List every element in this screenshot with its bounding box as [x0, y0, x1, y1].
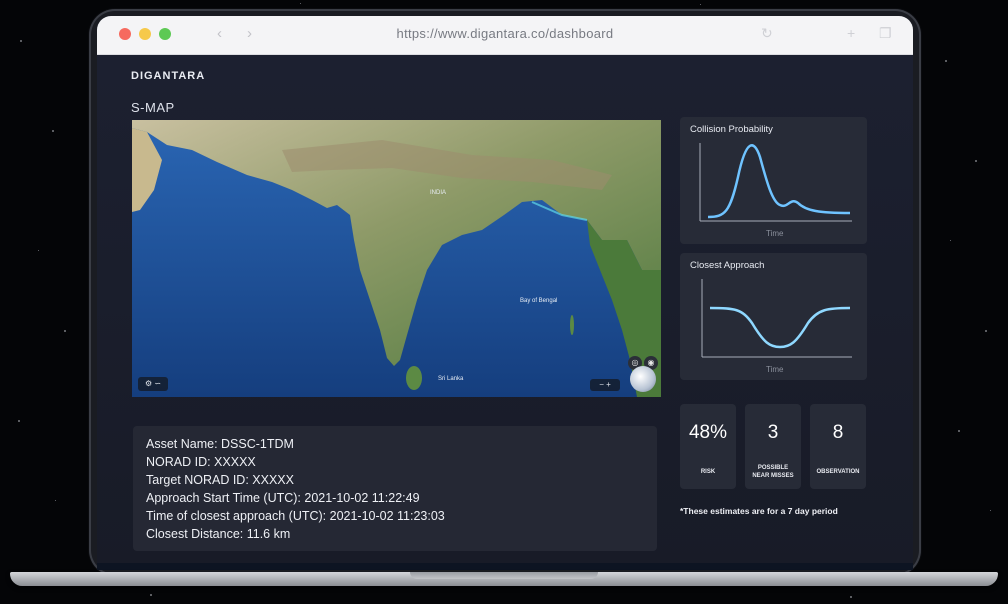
reload-icon[interactable]: ↻	[761, 25, 773, 42]
laptop-screen: ‹ › https://www.digantara.co/dashboard ↻…	[97, 16, 913, 570]
map-zoom-control[interactable]: − +	[590, 379, 620, 391]
observation-stat-card[interactable]: 8 OBSERVATION	[810, 404, 866, 489]
closest-approach-panel[interactable]: Closest Approach Time	[680, 253, 867, 380]
closest-distance: Closest Distance: 11.6 km	[146, 527, 291, 541]
tabs-overview-icon[interactable]: ❐	[879, 25, 892, 42]
map-globe-icon[interactable]	[630, 366, 656, 392]
approach-start-time: Approach Start Time (UTC): 2021-10-02 11…	[146, 491, 420, 505]
observation-value: 8	[832, 422, 844, 443]
observation-label: OBSERVATION	[816, 469, 860, 475]
brand-logo[interactable]: DIGANTARA	[131, 70, 205, 82]
risk-stat-card[interactable]: 48% RISK	[680, 404, 736, 489]
asset-info-card: Asset Name: DSSC-1TDM NORAD ID: XXXXX Ta…	[133, 426, 657, 551]
map-label-india: INDIA	[430, 190, 447, 196]
near-misses-value: 3	[767, 422, 779, 443]
near-misses-label: POSSIBLE NEAR MISSES	[752, 465, 794, 479]
address-bar[interactable]: https://www.digantara.co/dashboard	[97, 26, 913, 41]
closest-approach-time: Time of closest approach (UTC): 2021-10-…	[146, 509, 445, 523]
risk-label: RISK	[700, 469, 716, 475]
laptop-base-notch	[410, 572, 598, 579]
map-section-title: S-MAP	[131, 100, 175, 115]
satellite-map[interactable]: INDIA Bay of Bengal Sri Lanka ◎ ◉ ⚙ ∽ − …	[132, 120, 661, 397]
new-tab-icon[interactable]: +	[847, 25, 855, 41]
target-norad-id: Target NORAD ID: XXXXX	[146, 473, 294, 487]
near-misses-stat-card[interactable]: 3 POSSIBLE NEAR MISSES	[745, 404, 801, 489]
estimate-note: *These estimates are for a 7 day period	[680, 506, 838, 516]
map-terrain	[132, 120, 661, 397]
map-label-srilanka: Sri Lanka	[438, 376, 464, 382]
map-label-bay: Bay of Bengal	[520, 298, 558, 304]
norad-id: NORAD ID: XXXXX	[146, 455, 256, 469]
screen-bottom-band	[97, 563, 913, 570]
map-layers-control[interactable]: ⚙ ∽	[138, 377, 168, 391]
closest-approach-curve	[701, 279, 852, 358]
collision-probability-curve	[699, 143, 852, 222]
approach-x-label: Time	[766, 365, 784, 374]
asset-name: Asset Name: DSSC-1TDM	[146, 437, 294, 451]
dashboard: DIGANTARA S-MAP INDIA Bay of Bengal Sri …	[97, 55, 913, 570]
collision-probability-panel[interactable]: Collision Probability Time	[680, 117, 867, 244]
browser-toolbar: ‹ › https://www.digantara.co/dashboard ↻…	[97, 16, 913, 55]
risk-value: 48%	[688, 422, 728, 443]
collision-x-label: Time	[766, 229, 784, 238]
